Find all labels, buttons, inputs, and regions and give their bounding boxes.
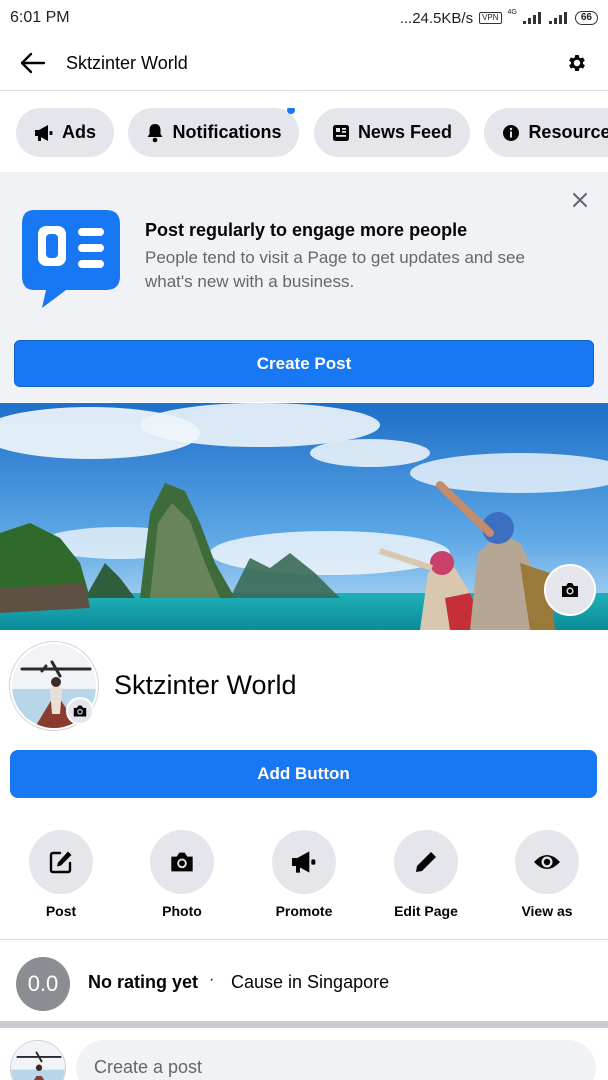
add-button[interactable]: Add Button (10, 750, 597, 798)
create-post-button[interactable]: Create Post (14, 340, 594, 387)
avatar-image (11, 1041, 65, 1080)
shortcut-chips: Ads Notifications News Feed Resources (0, 108, 608, 158)
notification-dot (287, 108, 296, 114)
camera-icon (73, 705, 87, 717)
news-feed-icon (332, 124, 349, 141)
action-post[interactable]: Post (11, 830, 111, 919)
action-label: Edit Page (394, 903, 458, 919)
gear-icon (569, 55, 585, 71)
action-circle (29, 830, 93, 894)
rating-text[interactable]: No rating yet (88, 972, 198, 993)
page-category[interactable]: Cause in Singapore (231, 972, 389, 993)
action-label: Promote (275, 903, 333, 919)
action-label: View as (521, 903, 573, 919)
settings-button[interactable] (564, 50, 590, 76)
tip-title: Post regularly to engage more people (145, 220, 468, 240)
divider (0, 939, 608, 940)
vpn-badge: VPN (479, 12, 502, 24)
rating-badge: 0.0 (16, 957, 70, 1011)
back-button[interactable] (18, 48, 48, 78)
page-actions: Post Photo Promote Edit Page View as (0, 830, 608, 930)
chip-resources[interactable]: Resources (484, 108, 608, 157)
action-view-as[interactable]: View as (497, 830, 597, 919)
chip-label: Notifications (172, 122, 282, 142)
status-time: 6:01 PM (10, 9, 70, 26)
action-circle (150, 830, 214, 894)
action-label: Photo (162, 903, 202, 919)
eye-icon (534, 855, 560, 869)
cover-image (0, 403, 608, 630)
section-divider (0, 1021, 608, 1028)
camera-icon (562, 583, 578, 597)
edit-cover-button[interactable] (544, 564, 596, 616)
network-speed: ...24.5KB/s (399, 9, 474, 27)
tip-card: Post regularly to engage more people Peo… (0, 172, 608, 402)
app-bar: Sktzinter World (0, 36, 608, 91)
chip-label: Resources (528, 122, 608, 142)
signal-icon (522, 12, 543, 24)
page-name: Sktzinter World (114, 670, 297, 700)
rating-separator: · (209, 971, 215, 988)
dismiss-tip-button[interactable] (570, 190, 590, 210)
battery-indicator: 66 (574, 11, 598, 25)
arrow-left-icon (20, 52, 46, 74)
action-circle (272, 830, 336, 894)
cover-photo[interactable] (0, 403, 608, 630)
action-circle (394, 830, 458, 894)
chip-notifications[interactable]: Notifications (128, 108, 300, 157)
edit-avatar-button[interactable] (66, 697, 94, 725)
status-indicators: ...24.5KB/s VPN 4G 66 (399, 8, 598, 27)
action-edit-page[interactable]: Edit Page (376, 830, 476, 919)
action-promote[interactable]: Promote (254, 830, 354, 919)
info-icon (503, 124, 520, 141)
composer-avatar (10, 1040, 66, 1080)
close-icon (573, 193, 587, 207)
chip-news-feed[interactable]: News Feed (313, 108, 470, 157)
megaphone-icon (292, 851, 316, 873)
status-bar: 6:01 PM ...24.5KB/s VPN 4G 66 (0, 0, 608, 36)
network-type: 4G (507, 8, 517, 16)
chip-label: Ads (62, 122, 97, 142)
chip-label: News Feed (357, 122, 452, 142)
signal-icon-2 (548, 12, 569, 24)
page-title: Sktzinter World (66, 52, 188, 73)
camera-icon (171, 852, 193, 872)
action-circle (515, 830, 579, 894)
action-photo[interactable]: Photo (132, 830, 232, 919)
megaphone-icon (35, 124, 53, 141)
edit-icon (49, 851, 72, 874)
create-post-input[interactable]: Create a post (76, 1040, 596, 1080)
tip-body: People tend to visit a Page to get updat… (145, 248, 525, 291)
pencil-icon (416, 852, 436, 872)
message-bubble-icon (22, 210, 120, 308)
action-label: Post (45, 903, 77, 919)
bell-icon (147, 123, 163, 142)
chip-ads[interactable]: Ads (16, 108, 115, 157)
